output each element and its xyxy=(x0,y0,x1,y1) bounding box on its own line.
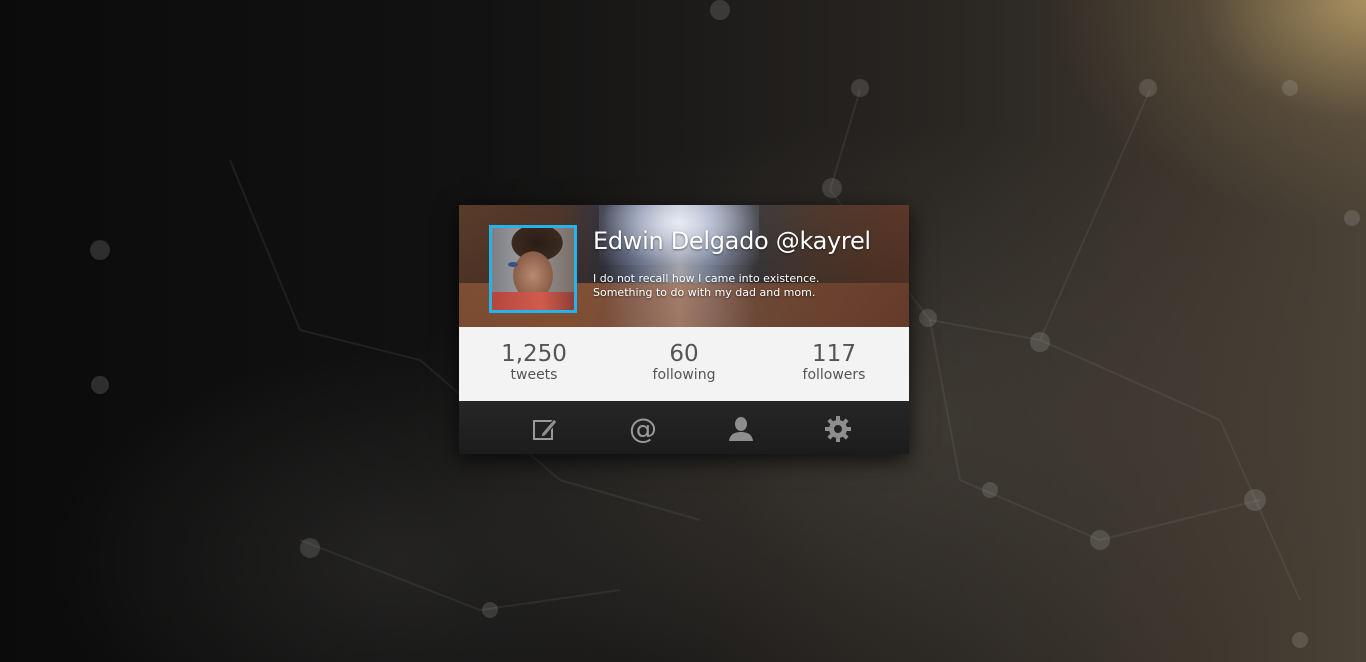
stat-value: 117 xyxy=(812,341,856,367)
profile-banner: Edwin Delgado @kayrel I do not recall ho… xyxy=(459,205,909,327)
settings-icon xyxy=(824,415,852,443)
compose-button[interactable] xyxy=(530,414,560,444)
mention-icon: @ xyxy=(629,412,657,445)
avatar[interactable] xyxy=(489,225,577,313)
stat-label: following xyxy=(652,367,716,383)
avatar-shirt xyxy=(492,292,574,310)
action-toolbar: @ xyxy=(459,401,909,454)
stat-value: 1,250 xyxy=(501,341,567,367)
profile-icon xyxy=(727,415,755,443)
avatar-eye xyxy=(508,262,518,267)
profile-name: Edwin Delgado @kayrel xyxy=(593,227,871,255)
compose-icon xyxy=(531,415,559,443)
profile-stats: 1,250 tweets 60 following 117 followers xyxy=(459,327,909,401)
stat-followers[interactable]: 117 followers xyxy=(759,327,909,401)
profile-bio: I do not recall how I came into existenc… xyxy=(593,272,819,300)
mentions-button[interactable]: @ xyxy=(628,414,658,444)
profile-card: Edwin Delgado @kayrel I do not recall ho… xyxy=(459,205,909,454)
settings-button[interactable] xyxy=(823,414,853,444)
stat-following[interactable]: 60 following xyxy=(609,327,759,401)
bio-line: Something to do with my dad and mom. xyxy=(593,286,816,299)
profile-button[interactable] xyxy=(726,414,756,444)
stat-value: 60 xyxy=(669,341,699,367)
stat-label: followers xyxy=(802,367,866,383)
stat-label: tweets xyxy=(510,367,558,383)
stat-tweets[interactable]: 1,250 tweets xyxy=(459,327,609,401)
bio-line: I do not recall how I came into existenc… xyxy=(593,272,820,285)
